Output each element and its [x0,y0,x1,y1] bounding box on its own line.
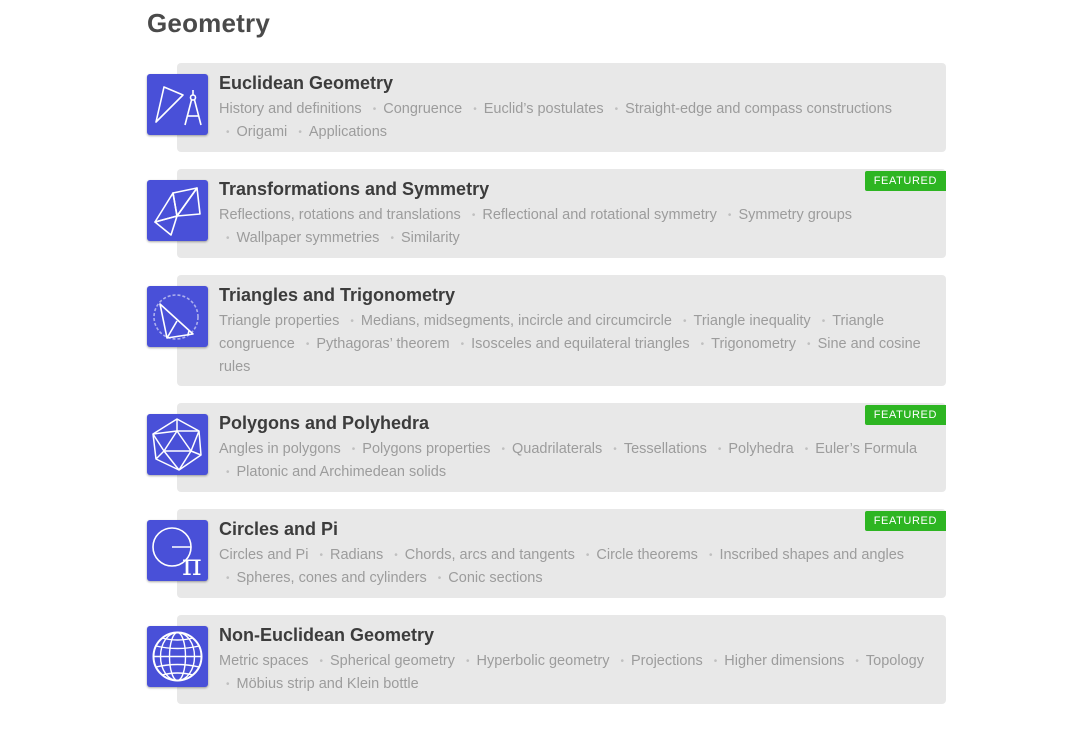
reflected-triangles-icon[interactable] [147,180,208,241]
course-title[interactable]: Circles and Pi [219,517,934,541]
topic-link[interactable]: Möbius strip and Klein bottle [219,676,419,692]
course-card-non-euclidean-geometry[interactable]: Non-Euclidean Geometry Metric spaces Sph… [147,615,946,704]
topic-link[interactable]: Congruence [366,101,463,117]
topic-link[interactable]: Spherical geometry [312,653,454,669]
topic-link[interactable]: Chords, arcs and tangents [387,547,575,563]
course-title[interactable]: Euclidean Geometry [219,71,934,95]
triangle-compass-icon[interactable] [147,74,208,135]
pi-glyph: π [182,548,202,581]
topic-link[interactable]: Reflections, rotations and translations [219,207,461,223]
topic-link[interactable]: Isosceles and equilateral triangles [454,336,690,352]
topic-link[interactable]: Circles and Pi [219,547,308,563]
topic-list: Triangle properties Medians, midsegments… [219,310,934,378]
topic-link[interactable]: Spheres, cones and cylinders [219,570,427,586]
course-title[interactable]: Transformations and Symmetry [219,177,934,201]
topic-list: History and definitions Congruence Eucli… [219,98,934,144]
icosahedron-icon[interactable] [147,414,208,475]
topic-link[interactable]: Medians, midsegments, incircle and circu… [343,313,672,329]
topic-list: Circles and Pi Radians Chords, arcs and … [219,544,934,590]
course-card-euclidean-geometry[interactable]: Euclidean Geometry History and definitio… [147,63,946,152]
topic-link[interactable]: Applications [291,124,387,140]
topic-list: Angles in polygons Polygons properties Q… [219,438,934,484]
topic-link[interactable]: Wallpaper symmetries [219,230,379,246]
topic-link[interactable]: Platonic and Archimedean solids [219,464,446,480]
triangle-circle-icon[interactable] [147,286,208,347]
topic-link[interactable]: Pythagoras’ theorem [299,336,450,352]
course-card-polygons-and-polyhedra[interactable]: FEATURED Polygons and Polyhedra Angles i… [147,403,946,492]
topic-link[interactable]: Similarity [383,230,459,246]
topic-link[interactable]: Origami [219,124,287,140]
topic-link[interactable]: Symmetry groups [721,207,852,223]
course-card-triangles-and-trigonometry[interactable]: Triangles and Trigonometry Triangle prop… [147,275,946,386]
topic-list: Reflections, rotations and translations … [219,204,934,250]
course-title[interactable]: Non-Euclidean Geometry [219,623,934,647]
topic-link[interactable]: Quadrilaterals [494,441,602,457]
circle-pi-icon[interactable]: π [147,520,208,581]
topic-link[interactable]: Polygons properties [345,441,491,457]
topic-link[interactable]: Euclid’s postulates [466,101,603,117]
topic-link[interactable]: Topology [848,653,924,669]
topic-link[interactable]: Hyperbolic geometry [459,653,610,669]
topic-link[interactable]: Metric spaces [219,653,308,669]
course-title[interactable]: Triangles and Trigonometry [219,283,934,307]
page-title: Geometry [147,8,270,38]
topic-link[interactable]: History and definitions [219,101,362,117]
topic-link[interactable]: Polyhedra [711,441,794,457]
topic-link[interactable]: Conic sections [431,570,543,586]
topic-link[interactable]: Straight-edge and compass constructions [608,101,892,117]
topic-link[interactable]: Triangle properties [219,313,339,329]
topic-link[interactable]: Higher dimensions [707,653,845,669]
course-card-circles-and-pi[interactable]: FEATURED π Circles and Pi Circles and Pi… [147,509,946,598]
course-card-transformations-and-symmetry[interactable]: FEATURED Transformations and Symmetry Re… [147,169,946,258]
course-title[interactable]: Polygons and Polyhedra [219,411,934,435]
topic-link[interactable]: Triangle inequality [676,313,811,329]
topic-list: Metric spaces Spherical geometry Hyperbo… [219,650,934,696]
topic-link[interactable]: Trigonometry [694,336,796,352]
globe-grid-icon[interactable] [147,626,208,687]
topic-link[interactable]: Circle theorems [579,547,698,563]
topic-link[interactable]: Tessellations [606,441,707,457]
topic-link[interactable]: Reflectional and rotational symmetry [465,207,717,223]
topic-link[interactable]: Angles in polygons [219,441,341,457]
topic-link[interactable]: Inscribed shapes and angles [702,547,904,563]
topic-link[interactable]: Projections [613,653,702,669]
topic-link[interactable]: Euler’s Formula [798,441,917,457]
topic-link[interactable]: Radians [312,547,383,563]
